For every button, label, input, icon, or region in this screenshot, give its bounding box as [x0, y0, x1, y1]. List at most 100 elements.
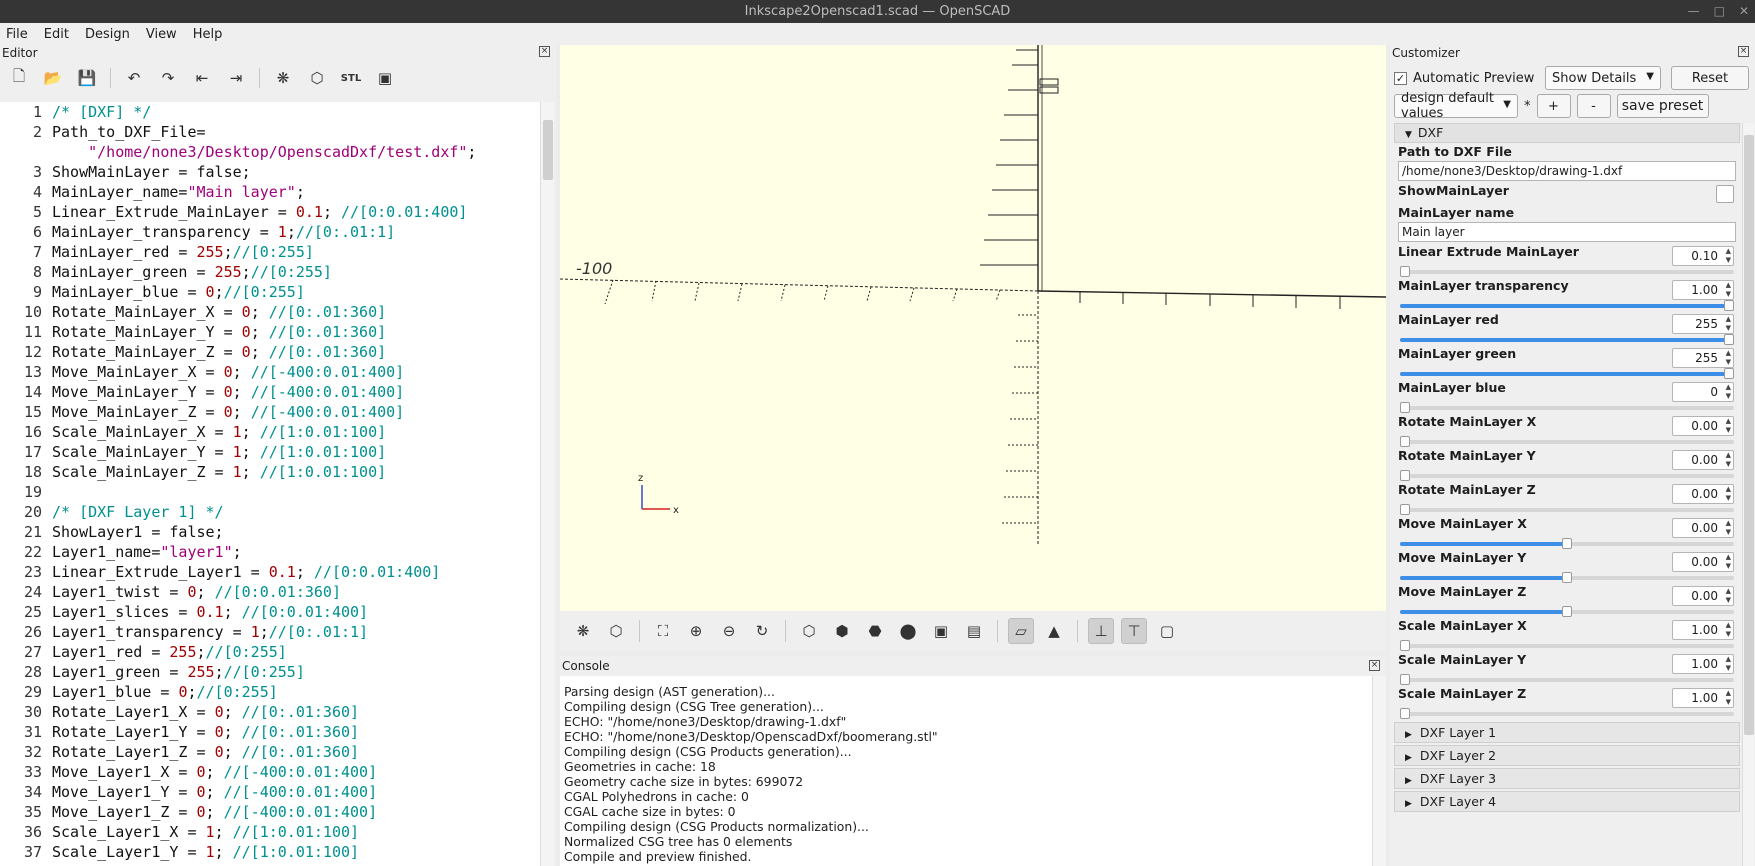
- slider-handle[interactable]: [1400, 674, 1410, 685]
- save-file-icon[interactable]: 💾: [74, 65, 100, 91]
- param-slider[interactable]: [1400, 572, 1734, 583]
- remove-preset-button[interactable]: -: [1576, 94, 1611, 118]
- param-slider[interactable]: [1400, 436, 1734, 447]
- code-line[interactable]: 35 Move_Layer1_Z = 0; //[-400:0.01:400]: [0, 802, 540, 822]
- slider-handle[interactable]: [1562, 538, 1572, 549]
- code-line[interactable]: 12 Rotate_MainLayer_Z = 0; //[0:.01:360]: [0, 342, 540, 362]
- param-slider[interactable]: [1400, 334, 1734, 345]
- param-spinbox[interactable]: 0.00 ▲ ▼: [1672, 484, 1734, 504]
- reset-button[interactable]: Reset: [1671, 66, 1749, 90]
- param-slider[interactable]: [1400, 368, 1734, 379]
- code-line[interactable]: 6 MainLayer_transparency = 1;//[0:.01:1]: [0, 222, 540, 242]
- code-line[interactable]: 2 Path_to_DXF_File=: [0, 122, 540, 142]
- slider-handle[interactable]: [1400, 436, 1410, 447]
- param-spinbox[interactable]: 0.00 ▲ ▼: [1672, 450, 1734, 470]
- auto-preview-checkbox[interactable]: ✓: [1394, 71, 1407, 85]
- code-line[interactable]: 27 Layer1_red = 255;//[0:255]: [0, 642, 540, 662]
- close-icon[interactable]: ✕: [1739, 0, 1749, 23]
- param-slider[interactable]: [1400, 266, 1734, 277]
- editor-scrollbar-thumb[interactable]: [543, 120, 553, 180]
- spin-arrows-icon[interactable]: ▲ ▼: [1726, 315, 1731, 333]
- param-slider[interactable]: [1400, 538, 1734, 549]
- menu-view[interactable]: View: [146, 27, 177, 42]
- code-line[interactable]: 28 Layer1_green = 255;//[0:255]: [0, 662, 540, 682]
- code-line[interactable]: 17 Scale_MainLayer_Y = 1; //[1:0.01:100]: [0, 442, 540, 462]
- show-details-select[interactable]: Show Details ▼: [1545, 66, 1661, 90]
- slider-handle[interactable]: [1562, 606, 1572, 617]
- 3d-viewport[interactable]: -100 z x: [560, 45, 1386, 611]
- customizer-scrollbar[interactable]: [1742, 123, 1754, 866]
- slider-handle[interactable]: [1724, 368, 1734, 379]
- param-slider[interactable]: [1400, 402, 1734, 413]
- show-edges-icon[interactable]: ▢: [1154, 618, 1180, 644]
- view-right-icon[interactable]: ⬡: [796, 618, 822, 644]
- redo-icon[interactable]: ↷: [155, 65, 181, 91]
- collapsed-group-header[interactable]: ▶ DXF Layer 4: [1394, 791, 1740, 812]
- param-spinbox[interactable]: 0 ▲ ▼: [1672, 382, 1734, 402]
- code-line[interactable]: 1 /* [DXF] */: [0, 102, 540, 122]
- add-preset-button[interactable]: +: [1536, 94, 1571, 118]
- indent-icon[interactable]: ⇥: [223, 65, 249, 91]
- preset-select[interactable]: design default values ▼: [1394, 91, 1518, 121]
- code-line[interactable]: 34 Move_Layer1_Y = 0; //[-400:0.01:400]: [0, 782, 540, 802]
- console-scrollbar[interactable]: [1372, 676, 1386, 866]
- customizer-close-icon[interactable]: ×: [1738, 46, 1749, 57]
- slider-handle[interactable]: [1724, 334, 1734, 345]
- code-line[interactable]: 31 Rotate_Layer1_Y = 0; //[0:.01:360]: [0, 722, 540, 742]
- collapsed-group-header[interactable]: ▶ DXF Layer 3: [1394, 768, 1740, 789]
- perspective-icon[interactable]: ▱: [1008, 618, 1034, 644]
- code-line[interactable]: 13 Move_MainLayer_X = 0; //[-400:0.01:400…: [0, 362, 540, 382]
- spin-arrows-icon[interactable]: ▲ ▼: [1726, 553, 1731, 571]
- new-file-icon[interactable]: 🗋: [6, 65, 32, 91]
- param-spinbox[interactable]: 1.00 ▲ ▼: [1672, 654, 1734, 674]
- slider-handle[interactable]: [1400, 266, 1410, 277]
- send-to-print-icon[interactable]: ▣: [372, 65, 398, 91]
- path-to-dxf-input[interactable]: /home/none3/Desktop/drawing-1.dxf: [1398, 161, 1736, 181]
- code-line[interactable]: 23 Linear_Extrude_Layer1 = 0.1; //[0:0.01…: [0, 562, 540, 582]
- param-slider[interactable]: [1400, 504, 1734, 515]
- code-line[interactable]: 11 Rotate_MainLayer_Y = 0; //[0:.01:360]: [0, 322, 540, 342]
- collapsed-group-header[interactable]: ▶ DXF Layer 1: [1394, 722, 1740, 743]
- editor-close-icon[interactable]: ×: [539, 46, 550, 57]
- show-scale-markers-icon[interactable]: ⊤: [1121, 618, 1147, 644]
- code-line[interactable]: 22 Layer1_name="layer1";: [0, 542, 540, 562]
- view-bottom-icon[interactable]: ⬣: [862, 618, 888, 644]
- code-line[interactable]: 30 Rotate_Layer1_X = 0; //[0:.01:360]: [0, 702, 540, 722]
- customizer-scrollbar-thumb[interactable]: [1744, 135, 1754, 735]
- code-line[interactable]: 24 Layer1_twist = 0; //[0:0.01:360]: [0, 582, 540, 602]
- param-slider[interactable]: [1400, 708, 1734, 719]
- code-line[interactable]: 10 Rotate_MainLayer_X = 0; //[0:.01:360]: [0, 302, 540, 322]
- code-line[interactable]: 20 /* [DXF Layer 1] */: [0, 502, 540, 522]
- view-top-icon[interactable]: ⬢: [829, 618, 855, 644]
- code-line[interactable]: 25 Layer1_slices = 0.1; //[0:0.01:400]: [0, 602, 540, 622]
- console-close-icon[interactable]: ×: [1369, 660, 1380, 671]
- preview-icon[interactable]: ❋: [270, 65, 296, 91]
- menu-file[interactable]: File: [6, 27, 28, 42]
- slider-handle[interactable]: [1400, 470, 1410, 481]
- spin-arrows-icon[interactable]: ▲ ▼: [1726, 587, 1731, 605]
- preview-icon[interactable]: ❋: [570, 618, 596, 644]
- spin-arrows-icon[interactable]: ▲ ▼: [1726, 247, 1731, 265]
- code-line[interactable]: 26 Layer1_transparency = 1;//[0:.01:1]: [0, 622, 540, 642]
- code-line[interactable]: 36 Scale_Layer1_X = 1; //[1:0.01:100]: [0, 822, 540, 842]
- code-line[interactable]: 4 MainLayer_name="Main layer";: [0, 182, 540, 202]
- render-icon[interactable]: ⬡: [603, 618, 629, 644]
- spin-arrows-icon[interactable]: ▲ ▼: [1726, 451, 1731, 469]
- slider-handle[interactable]: [1724, 300, 1734, 311]
- spin-arrows-icon[interactable]: ▲ ▼: [1726, 621, 1731, 639]
- collapsed-group-header[interactable]: ▶ DXF Layer 2: [1394, 745, 1740, 766]
- spin-arrows-icon[interactable]: ▲ ▼: [1726, 485, 1731, 503]
- param-spinbox[interactable]: 0.00 ▲ ▼: [1672, 552, 1734, 572]
- spin-arrows-icon[interactable]: ▲ ▼: [1726, 383, 1731, 401]
- code-editor[interactable]: 1 /* [DXF] */ 2 Path_to_DXF_File= "/home/no…: [0, 102, 540, 866]
- code-line[interactable]: 21 ShowLayer1 = false;: [0, 522, 540, 542]
- save-preset-button[interactable]: save preset: [1616, 94, 1709, 118]
- param-spinbox[interactable]: 255 ▲ ▼: [1672, 348, 1734, 368]
- unindent-icon[interactable]: ⇤: [189, 65, 215, 91]
- code-line[interactable]: 9 MainLayer_blue = 0;//[0:255]: [0, 282, 540, 302]
- minimize-icon[interactable]: —: [1688, 0, 1700, 23]
- param-spinbox[interactable]: 0.00 ▲ ▼: [1672, 416, 1734, 436]
- editor-scrollbar[interactable]: [540, 102, 554, 866]
- menu-help[interactable]: Help: [193, 27, 223, 42]
- spin-arrows-icon[interactable]: ▲ ▼: [1726, 417, 1731, 435]
